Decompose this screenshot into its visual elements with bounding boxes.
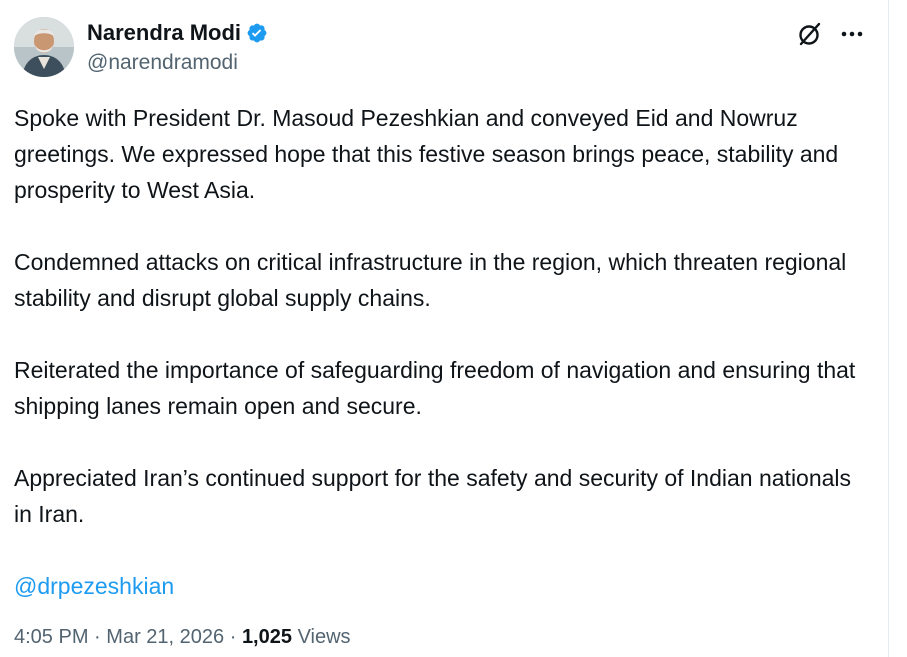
tweet-time[interactable]: 4:05 PM: [14, 626, 88, 648]
meta-separator: ·: [94, 626, 101, 648]
views-label: Views: [297, 626, 351, 648]
timeline-border: [888, 0, 889, 657]
tweet-paragraph: Reiterated the importance of safeguardin…: [14, 357, 856, 419]
tweet-paragraph: Appreciated Iran’s continued support for…: [14, 465, 852, 527]
avatar-image: [14, 17, 74, 77]
name-row: Narendra Modi: [87, 19, 268, 47]
views-count: 1,025: [241, 626, 292, 648]
tweet-text: Spoke with President Dr. Masoud Pezeshki…: [14, 100, 864, 640]
user-handle[interactable]: @narendramodi: [87, 51, 268, 75]
tweet-mention-line: @drpezeshkian: [14, 568, 864, 604]
avatar[interactable]: [14, 17, 74, 77]
user-block: Narendra Modi @narendramodi: [87, 19, 268, 75]
tweet-paragraph: Condemned attacks on critical infrastruc…: [14, 249, 847, 311]
mention-link[interactable]: @drpezeshkian: [14, 573, 174, 599]
tweet-meta: 4:05 PM · Mar 21, 2026 · 1,025 Views: [14, 626, 351, 649]
more-options-icon[interactable]: [838, 20, 866, 48]
tweet-date[interactable]: Mar 21, 2026: [106, 626, 224, 648]
tweet-header: Narendra Modi @narendramodi: [14, 17, 884, 79]
verified-badge-icon: [246, 22, 268, 44]
grok-icon[interactable]: [796, 20, 824, 48]
display-name[interactable]: Narendra Modi: [87, 20, 241, 46]
tweet-paragraph: Spoke with President Dr. Masoud Pezeshki…: [14, 105, 839, 203]
meta-separator: ·: [229, 626, 237, 648]
